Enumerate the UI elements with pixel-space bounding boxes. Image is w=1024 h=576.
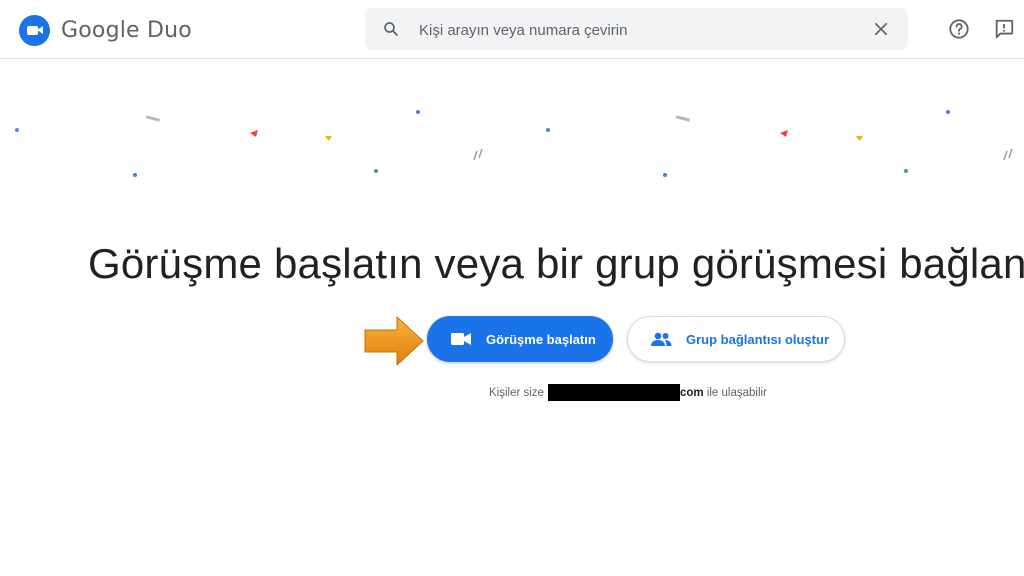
confetti-decoration: [15, 110, 1013, 177]
arrow-pointer-icon: [364, 315, 424, 367]
help-icon[interactable]: [948, 18, 970, 40]
reach-prefix: Kişiler size: [489, 386, 544, 399]
page-title: Görüşme başlatın veya bir grup görüşmesi…: [88, 240, 1024, 287]
search-icon: [384, 22, 398, 36]
top-bar: Google Duo: [0, 0, 1024, 59]
app-name: Google Duo: [61, 18, 192, 43]
duo-logo-icon: [19, 15, 50, 46]
start-call-button[interactable]: Görüşme başlatın: [427, 316, 613, 362]
search-input[interactable]: [417, 18, 841, 42]
video-camera-icon: [451, 333, 471, 345]
group-icon: [651, 332, 672, 346]
redacted-contact: [547, 384, 680, 401]
app-logo[interactable]: Google Duo: [19, 15, 192, 46]
create-group-link-button[interactable]: Grup bağlantısı oluştur: [627, 316, 845, 362]
search-bar[interactable]: [365, 8, 908, 50]
close-icon[interactable]: [872, 20, 890, 38]
reachability-text: Kişiler size com ile ulaşabilir: [489, 384, 767, 401]
reach-suffix: ile ulaşabilir: [703, 386, 767, 399]
feedback-icon[interactable]: [993, 18, 1015, 40]
start-call-label: Görüşme başlatın: [486, 331, 596, 347]
duo-page: Google Duo Kişi arayın veya numara çevir…: [0, 0, 1024, 576]
reach-domain: com: [679, 386, 704, 399]
create-group-link-label: Grup bağlantısı oluştur: [686, 331, 830, 347]
